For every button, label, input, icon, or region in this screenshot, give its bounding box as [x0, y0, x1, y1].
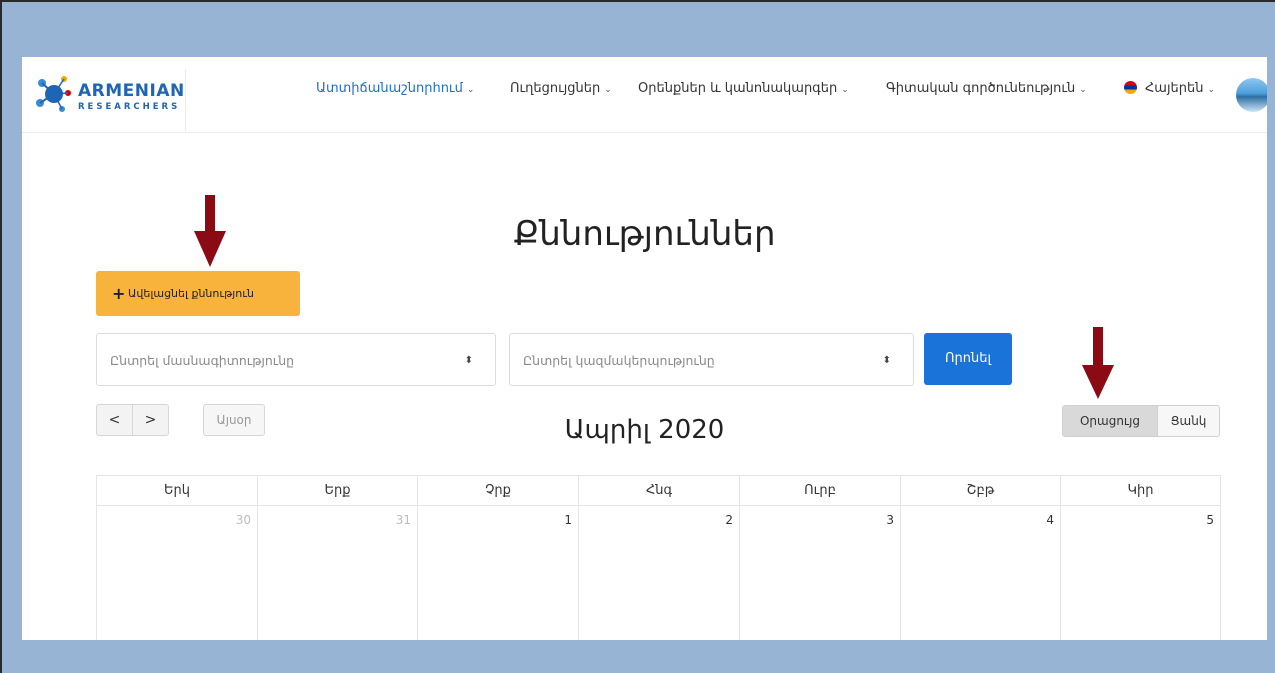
armenian-flag-icon [1124, 81, 1137, 94]
day-number[interactable]: 5 [1206, 513, 1214, 527]
select-arrows-icon: ⬍ [464, 355, 473, 366]
add-exam-label: Ավելացնել քննություն [128, 287, 254, 300]
logo-title: ARMENIAN [78, 81, 185, 101]
calendar-column: Հնգ 2 [578, 476, 739, 640]
day-number[interactable]: 3 [886, 513, 894, 527]
plus-icon: + [112, 284, 126, 303]
calendar-column: Երկ 30 [96, 476, 257, 640]
nav-item-label: Ատտիճանաշնորհում [316, 81, 463, 96]
weekday-header: Երկ [97, 476, 257, 506]
day-number[interactable]: 30 [236, 513, 251, 527]
arrow-shaft [1093, 327, 1103, 369]
weekday-header: Կիր [1061, 476, 1220, 506]
weekday-header: Ուրբ [740, 476, 900, 506]
calendar-column: Երք 31 [257, 476, 417, 640]
top-navbar: ARMENIAN RESEARCHERS Ատտիճանաշնորհում ⌄ Ո… [22, 57, 1267, 133]
day-number[interactable]: 2 [725, 513, 733, 527]
logo-subtitle: RESEARCHERS [78, 102, 181, 112]
chevron-down-icon: ⌄ [1207, 85, 1216, 95]
specialty-placeholder: Ընտրել մասնագիտությունը [110, 353, 295, 368]
nav-item-laws-regulations[interactable]: Օրենքներ և կանոնակարգեր ⌄ [638, 81, 849, 96]
day-number[interactable]: 31 [396, 513, 411, 527]
weekday-header: Չրք [418, 476, 578, 506]
chevron-down-icon: ⌄ [604, 85, 612, 95]
calendar-view-button[interactable]: Օրացույց [1062, 405, 1158, 437]
chevron-down-icon: ⌄ [1079, 85, 1087, 95]
nav-item-degree-awarding[interactable]: Ատտիճանաշնորհում ⌄ [316, 81, 474, 96]
list-view-button[interactable]: Ցանկ [1157, 405, 1220, 437]
month-calendar: Երկ 30 Երք 31 Չրք 1 Հնգ 2 Ուրբ 3 Շբթ 4 Կ… [96, 475, 1221, 640]
nav-item-guidelines[interactable]: Ուղեցույցներ ⌄ [510, 81, 612, 96]
nav-item-scientific-activity[interactable]: Գիտական գործունեություն ⌄ [886, 81, 1087, 96]
weekday-header: Երք [258, 476, 417, 506]
language-label: Հայերեն [1145, 81, 1204, 96]
arrow-down-icon [1082, 365, 1114, 399]
calendar-column: Կիր 5 [1060, 476, 1221, 640]
chevron-down-icon: ⌄ [841, 85, 849, 95]
select-arrows-icon: ⬍ [882, 355, 891, 366]
page-title: Քննություններ [513, 214, 776, 254]
chevron-down-icon: ⌄ [466, 85, 475, 95]
nav-item-label: Գիտական գործունեություն [886, 81, 1076, 96]
user-avatar[interactable] [1236, 78, 1267, 112]
specialty-select[interactable]: Ընտրել մասնագիտությունը ⬍ [96, 333, 496, 386]
screenshot-frame: ARMENIAN RESEARCHERS Ատտիճանաշնորհում ⌄ Ո… [0, 0, 1275, 673]
weekday-header: Շբթ [901, 476, 1060, 506]
nav-item-label: Օրենքներ և կանոնակարգեր [638, 81, 838, 96]
organization-placeholder: Ընտրել կազմակերպությունը [523, 353, 715, 368]
day-number[interactable]: 4 [1046, 513, 1054, 527]
calendar-column: Շբթ 4 [900, 476, 1060, 640]
day-number[interactable]: 1 [564, 513, 572, 527]
nav-item-label: Ուղեցույցներ [510, 81, 601, 96]
page-content: ARMENIAN RESEARCHERS Ատտիճանաշնորհում ⌄ Ո… [22, 57, 1267, 640]
add-exam-button[interactable]: + Ավելացնել քննություն [96, 271, 300, 316]
calendar-column: Չրք 1 [417, 476, 578, 640]
logo-molecule-icon [36, 76, 71, 112]
calendar-column: Ուրբ 3 [739, 476, 900, 640]
organization-select[interactable]: Ընտրել կազմակերպությունը ⬍ [509, 333, 914, 386]
search-button[interactable]: Որոնել [924, 333, 1012, 385]
site-logo[interactable]: ARMENIAN RESEARCHERS [34, 69, 186, 131]
language-selector[interactable]: Հայերեն ⌄ [1124, 81, 1215, 96]
weekday-header: Հնգ [579, 476, 739, 506]
